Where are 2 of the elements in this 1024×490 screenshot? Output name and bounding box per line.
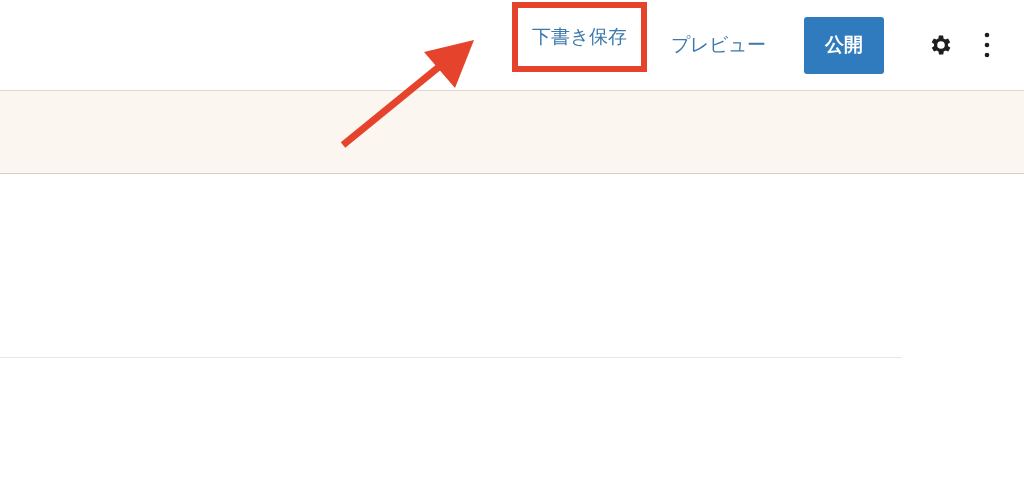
publish-button[interactable]: 公開 — [804, 16, 884, 74]
more-icon — [984, 32, 990, 58]
